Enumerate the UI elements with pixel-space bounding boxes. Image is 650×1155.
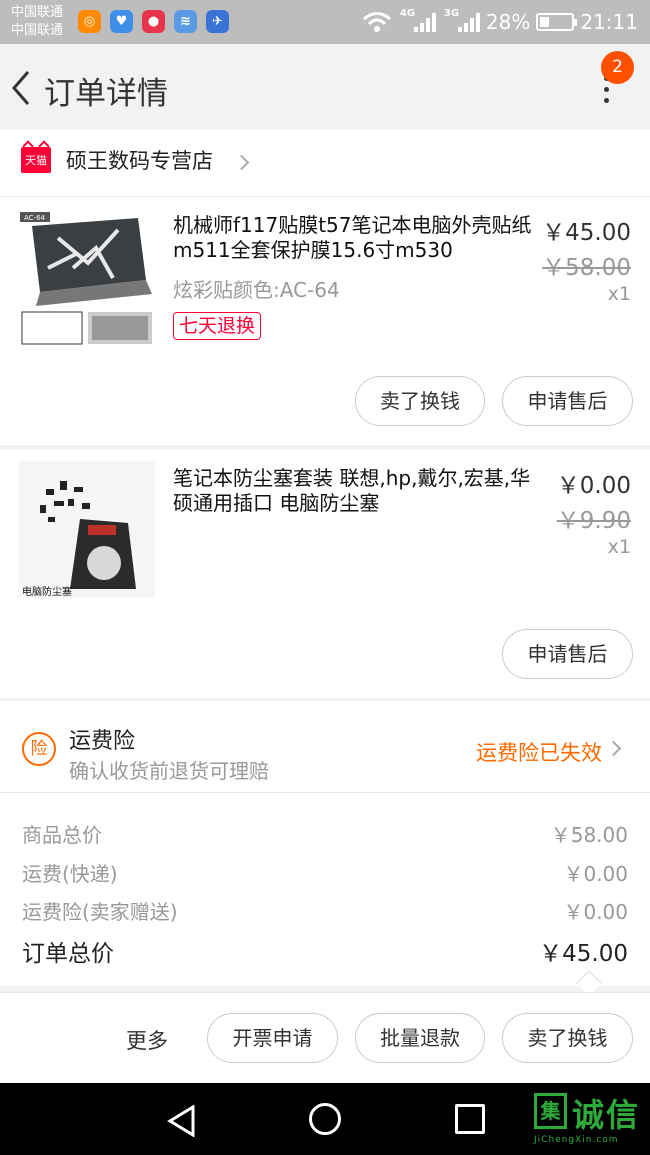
insurance-status: 运费险已失效 (476, 741, 602, 765)
order-total-row: 订单总价 ￥45.00 (22, 934, 628, 968)
chat-icon: ● (142, 10, 165, 33)
item-original-price: ￥9.90 (556, 508, 631, 534)
row-label: 商品总价 (22, 823, 102, 847)
order-action-bar: 更多 开票申请 批量退款 卖了换钱 (0, 992, 650, 1083)
wifi-app-icon: ≋ (174, 10, 197, 33)
row-value: ￥0.00 (563, 862, 628, 886)
uc-browser-icon: ◎ (78, 10, 101, 33)
network-type-2: 3G (443, 8, 460, 19)
insurance-fee-row: 运费险(卖家赠送) ￥0.00 (22, 896, 628, 925)
insurance-icon: 险 (22, 732, 56, 766)
row-value: ￥58.00 (550, 823, 628, 847)
shipping-fee-row: 运费(快递) ￥0.00 (22, 858, 628, 887)
row-value: ￥0.00 (563, 900, 628, 924)
sell-for-cash-button[interactable]: 卖了换钱 (355, 376, 485, 426)
chevron-right-icon (605, 740, 622, 757)
watermark: 集 诚信 JiChengXin.com (532, 1091, 650, 1151)
health-icon: ♥ (110, 10, 133, 33)
watermark-url: JiChengXin.com (534, 1135, 619, 1145)
notification-icons: ◎ ♥ ● ≋ ✈ (78, 10, 229, 33)
signal-icon-1: 4G (400, 8, 436, 32)
watermark-logo-icon: 集 (534, 1093, 567, 1129)
battery-percent: 28% (485, 10, 531, 34)
clock: 21:11 (580, 10, 638, 34)
chevron-right-icon (233, 154, 250, 171)
product-image[interactable]: AC-64 (18, 208, 155, 345)
carrier-1: 中国联通 (11, 5, 64, 20)
bulk-refund-button[interactable]: 批量退款 (355, 1013, 485, 1063)
watermark-text: 诚信 (572, 1096, 641, 1134)
carrier-info: 中国联通 中国联通 (11, 4, 63, 40)
signal-icon-2: 3G (444, 8, 480, 32)
product-title[interactable]: 机械师f117贴膜t57笔记本电脑外壳贴纸m511全套保护膜15.6寸m530 (173, 213, 535, 263)
apply-after-sales-button[interactable]: 申请售后 (502, 376, 633, 426)
order-item: 电脑防尘塞 笔记本防尘塞套装 联想,hp,戴尔,宏基,华硕通用插口 电脑防尘塞 … (0, 450, 650, 698)
tmall-icon: 天猫 (21, 147, 51, 173)
status-bar: 中国联通 中国联通 ◎ ♥ ● ≋ ✈ 4G 3G 28% 21:11 (0, 0, 650, 44)
product-spec: 炫彩贴颜色:AC-64 (173, 278, 340, 302)
row-label: 运费(快递) (22, 862, 118, 886)
product-title[interactable]: 笔记本防尘塞套装 联想,hp,戴尔,宏基,华硕通用插口 电脑防尘塞 (173, 466, 549, 516)
shop-name: 硕王数码专营店 (66, 149, 213, 173)
message-count-badge: 2 (601, 51, 634, 84)
nav-back-icon[interactable] (167, 1105, 197, 1137)
order-total-label: 订单总价 (22, 941, 114, 967)
shop-row[interactable]: 天猫 硕王数码专营店 (0, 130, 650, 196)
price-summary: 商品总价 ￥58.00 运费(快递) ￥0.00 运费险(卖家赠送) ￥0.00… (0, 793, 650, 996)
product-image[interactable]: 电脑防尘塞 (18, 461, 155, 598)
system-nav-bar: 集 诚信 JiChengXin.com (0, 1083, 650, 1155)
thumb-label: AC-64 (24, 214, 46, 222)
thumb-label: 电脑防尘塞 (22, 585, 72, 598)
more-button[interactable]: 更多 (126, 1025, 168, 1055)
seven-day-return-badge: 七天退换 (173, 312, 262, 340)
app-header: 订单详情 2 (0, 44, 650, 130)
item-original-price: ￥58.00 (542, 255, 631, 281)
status-right: 4G 3G 28% 21:11 (362, 0, 638, 44)
back-arrow-icon[interactable] (8, 68, 36, 108)
network-type-1: 4G (399, 8, 416, 19)
sell-for-cash-button[interactable]: 卖了换钱 (502, 1013, 633, 1063)
goods-total-row: 商品总价 ￥58.00 (22, 819, 628, 848)
wifi-icon (362, 12, 391, 32)
carrier-2: 中国联通 (11, 23, 64, 38)
apply-after-sales-button[interactable]: 申请售后 (502, 629, 633, 679)
item-quantity: x1 (607, 283, 631, 305)
insurance-subtitle: 确认收货前退货可理赔 (69, 759, 269, 783)
invoice-request-button[interactable]: 开票申请 (207, 1013, 338, 1063)
shipping-insurance-row[interactable]: 险 运费险 确认收货前退货可理赔 运费险已失效 (0, 701, 650, 793)
item-quantity: x1 (607, 536, 631, 558)
item-price: ￥0.00 (556, 473, 631, 499)
order-total-value: ￥45.00 (539, 941, 628, 967)
battery-icon (536, 13, 578, 31)
battery-level (540, 17, 549, 27)
mail-icon: ✈ (206, 10, 229, 33)
insurance-title: 运费险 (69, 729, 136, 754)
item-price: ￥45.00 (542, 220, 631, 246)
nav-recents-icon[interactable] (455, 1104, 485, 1134)
page-title: 订单详情 (44, 76, 168, 112)
nav-home-icon[interactable] (309, 1103, 341, 1135)
order-item: AC-64 机械师f117贴膜t57笔记本电脑外壳贴纸m511全套保护膜15.6… (0, 197, 650, 445)
row-label: 运费险(卖家赠送) (22, 900, 178, 924)
